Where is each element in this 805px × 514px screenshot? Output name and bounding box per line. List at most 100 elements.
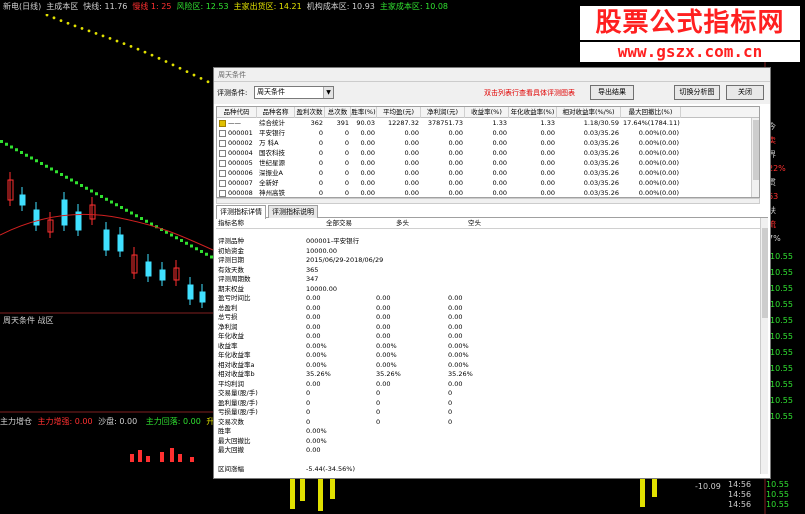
- summary-col-header[interactable]: 平均盈(元): [377, 107, 421, 118]
- summary-col-header[interactable]: 最大回撤比(%): [621, 107, 681, 118]
- detail-cell: 0: [376, 389, 381, 397]
- green-dot: [180, 239, 183, 242]
- green-dot: [145, 219, 148, 223]
- green-dot: [70, 178, 73, 182]
- summary-col-header[interactable]: 品种代码: [217, 107, 257, 118]
- row-checkbox[interactable]: [219, 130, 226, 137]
- summary-row[interactable]: 000008 神州高铁 0 0 0.00 0.00 0.00 0.00 0.00 0.03/35.…: [217, 188, 759, 197]
- volume-bar: [190, 457, 194, 462]
- detail-col-header: 多头: [396, 219, 409, 227]
- candlesticks: [7, 172, 206, 308]
- row-checkbox[interactable]: [219, 190, 226, 197]
- summary-col-header[interactable]: 胜率(%): [351, 107, 377, 118]
- detail-cell: 0.00: [376, 322, 391, 331]
- green-dot: [195, 247, 198, 251]
- summary-col-header[interactable]: 年化收益率(%): [509, 107, 557, 118]
- row-checkbox[interactable]: [219, 150, 226, 157]
- side-label: 卖: [768, 134, 805, 147]
- detail-cell: 0.00%: [376, 360, 397, 369]
- summary-cell: 神州高铁: [259, 189, 285, 197]
- green-dot: [170, 233, 173, 237]
- chevron-down-icon[interactable]: ▼: [323, 87, 333, 98]
- detail-row: 交易次数 0 0 0: [216, 418, 760, 427]
- detail-cell: 10000.00: [306, 246, 338, 255]
- detail-cell: 0: [306, 417, 311, 426]
- detail-cell: 0.00: [376, 294, 391, 302]
- tab-metric-details[interactable]: 评测指标详情: [216, 205, 266, 219]
- detail-row: [216, 456, 760, 465]
- green-dot: [135, 214, 138, 218]
- yellow-dot: [157, 56, 161, 60]
- detail-scrollbar[interactable]: [760, 218, 768, 474]
- detail-cell: 平均利润: [218, 379, 244, 388]
- condition-select[interactable]: 周天条件 ▼: [254, 86, 334, 99]
- backtest-dialog[interactable]: 周天条件 评测条件: 周天条件 ▼ 双击列表行查看具体评测图表 导出结果 切换分…: [213, 67, 771, 479]
- row-checkbox[interactable]: [219, 170, 226, 177]
- summary-col-header[interactable]: 品种名称: [257, 107, 295, 118]
- green-dot: [40, 162, 43, 165]
- yellow-dot: [164, 60, 168, 63]
- header-item: 快线: 11.76: [83, 2, 128, 11]
- volume-bar-yellow: [300, 479, 305, 501]
- detail-cell: 000001-平安银行: [306, 237, 360, 245]
- detail-cell: 0.00%: [306, 360, 327, 369]
- side-label: 22%: [768, 162, 805, 175]
- volume-bar-yellow: [330, 479, 335, 499]
- detail-row: 亏损量(股/手) 0 0 0: [216, 408, 760, 417]
- detail-cell: 0: [448, 408, 453, 416]
- volume-bar: [170, 448, 174, 462]
- row-checkbox[interactable]: [219, 180, 226, 187]
- detail-cell: 0: [306, 398, 311, 407]
- yellow-dot: [143, 50, 147, 54]
- switch-chart-button[interactable]: 切换分析图: [674, 85, 720, 100]
- summary-col-header[interactable]: 净利润(元): [421, 107, 465, 118]
- green-dot: [20, 151, 23, 154]
- detail-cell: 0.00%: [306, 436, 327, 445]
- summary-table[interactable]: 品种代码 品种名称 盈利次数 总次数 胜率(%) 平均盈(元) 净利润(元) 收益率(%) 年化…: [216, 106, 760, 198]
- summary-col-header[interactable]: 盈利次数: [295, 107, 325, 118]
- vol-label-c: 沙盘: 0.00: [98, 417, 138, 426]
- hint-text: 双击列表行查看具体评测图表: [484, 89, 575, 97]
- yellow-dot: [192, 73, 196, 77]
- vol-label-a: 主力增仓: [0, 417, 32, 426]
- detail-cell: 0.00%: [448, 351, 469, 359]
- summary-col-header[interactable]: 相对收益率(%/%): [557, 107, 621, 118]
- header-item: 主家出货区: 14.21: [233, 2, 302, 11]
- detail-scroll-thumb[interactable]: [762, 228, 768, 318]
- detail-table-header: 指标名称 全部交易 多头 空头: [216, 218, 760, 229]
- detail-cell: 2015/06/29-2018/06/29: [306, 256, 384, 264]
- detail-cell: 最大回撤比: [218, 436, 251, 445]
- candle-body: [117, 234, 124, 252]
- detail-cell: 0: [448, 389, 453, 397]
- row-checkbox[interactable]: [219, 160, 226, 167]
- yellow-dot: [108, 36, 112, 40]
- price-value: 10.55: [770, 380, 793, 389]
- detail-cell: 35.26%: [376, 370, 401, 378]
- row-checkbox[interactable]: [219, 140, 226, 147]
- detail-cell: 0: [306, 408, 311, 416]
- export-button[interactable]: 导出结果: [590, 85, 634, 100]
- side-label: 贯: [768, 176, 805, 189]
- tab-metric-description[interactable]: 评测指标说明: [268, 205, 318, 218]
- bottom-value: -10.09: [695, 480, 760, 493]
- summary-col-header[interactable]: 总次数: [325, 107, 351, 118]
- summary-col-header[interactable]: 收益率(%): [465, 107, 509, 118]
- detail-col-header: 全部交易: [326, 219, 352, 227]
- detail-cell: 亏损量(股/手): [218, 408, 258, 416]
- detail-cell: 0.00: [448, 303, 463, 312]
- detail-row: 评测日期 2015/06/29-2018/06/29: [216, 256, 760, 265]
- detail-cell: 0.00: [448, 294, 463, 302]
- detail-cell: 相对收益率a: [218, 360, 255, 369]
- close-button[interactable]: 关闭: [726, 85, 764, 100]
- detail-cell: 0: [448, 398, 453, 407]
- detail-row: 净利润 0.00 0.00 0.00: [216, 323, 760, 332]
- detail-cell: 0.00%: [448, 341, 469, 350]
- detail-col-header: 空头: [468, 219, 481, 227]
- site-watermark: 股票公式指标网 www.gszx.com.cn: [580, 6, 800, 62]
- header-item: 风险区: 12.53: [176, 2, 229, 11]
- row-checkbox[interactable]: [219, 120, 226, 127]
- green-dot: [190, 244, 193, 248]
- summary-cell: 0.00: [404, 189, 419, 197]
- green-dot: [140, 217, 143, 220]
- detail-table[interactable]: 指标名称 全部交易 多头 空头 评测品种 000001-平安银行 初始资金 10000.00…: [216, 218, 768, 474]
